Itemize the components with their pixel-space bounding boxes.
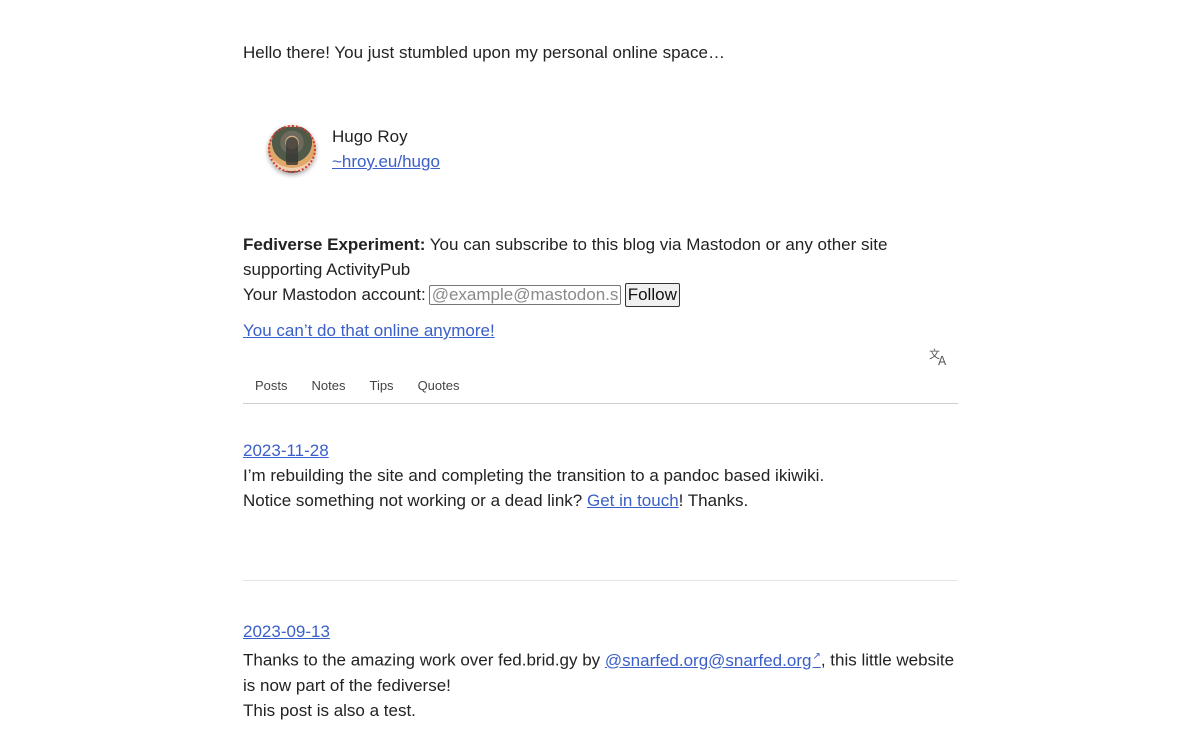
- post-text-fragment: Thanks to the amazing work over fed.brid…: [243, 650, 601, 670]
- intro-text: Hello there! You just stumbled upon my p…: [243, 43, 725, 62]
- fediverse-label: Fediverse Experiment:: [243, 235, 426, 254]
- cant-do-that-link[interactable]: You can’t do that online anymore!: [243, 318, 495, 343]
- get-in-touch-link[interactable]: Get in touch: [587, 491, 679, 510]
- post-date-link[interactable]: 2023-09-13: [243, 622, 330, 641]
- tab-notes[interactable]: Notes: [300, 374, 358, 403]
- tab-tips[interactable]: Tips: [357, 374, 405, 403]
- mastodon-account-label: Your Mastodon account:: [243, 285, 426, 304]
- post-text-fragment: ! Thanks.: [678, 491, 749, 510]
- snarfed-link-label: @snarfed.org@snarfed.org: [604, 650, 812, 670]
- post-text: I’m rebuilding the site and completing t…: [243, 466, 825, 485]
- follow-button[interactable]: Follow: [624, 282, 680, 307]
- avatar: [268, 125, 316, 173]
- post-text: Thanks to the amazing work over fed.brid…: [243, 644, 958, 698]
- translate-icon[interactable]: 文 A: [929, 347, 951, 367]
- post-date-link[interactable]: 2023-11-28: [243, 441, 329, 460]
- author-link[interactable]: ~hroy.eu/hugo: [332, 149, 440, 174]
- author-name: Hugo Roy: [332, 127, 408, 146]
- fediverse-description: Fediverse Experiment: You can subscribe …: [243, 232, 958, 282]
- content-tabs: Posts Notes Tips Quotes: [243, 374, 958, 404]
- snarfed-link[interactable]: @snarfed.org@snarfed.org↗: [605, 651, 821, 670]
- tab-posts[interactable]: Posts: [243, 374, 300, 403]
- fediverse-box: Fediverse Experiment: You can subscribe …: [243, 232, 958, 307]
- post-text: Notice something not working or a dead l…: [243, 488, 958, 513]
- mastodon-account-input[interactable]: [428, 284, 621, 305]
- post-item: 2023-09-13 Thanks to the amazing work ov…: [243, 619, 958, 723]
- external-link-icon: ↗: [812, 651, 821, 662]
- svg-text:A: A: [938, 354, 947, 367]
- post-text: This post is also a test.: [243, 700, 416, 720]
- follow-form: Your Mastodon account: Follow: [243, 282, 958, 307]
- tab-quotes[interactable]: Quotes: [406, 374, 472, 403]
- author-card: Hugo Roy ~hroy.eu/hugo: [243, 123, 643, 183]
- post-item: 2023-11-28 I’m rebuilding the site and c…: [243, 438, 958, 513]
- post-text-fragment: Notice something not working or a dead l…: [243, 491, 583, 510]
- post-divider: [243, 580, 958, 581]
